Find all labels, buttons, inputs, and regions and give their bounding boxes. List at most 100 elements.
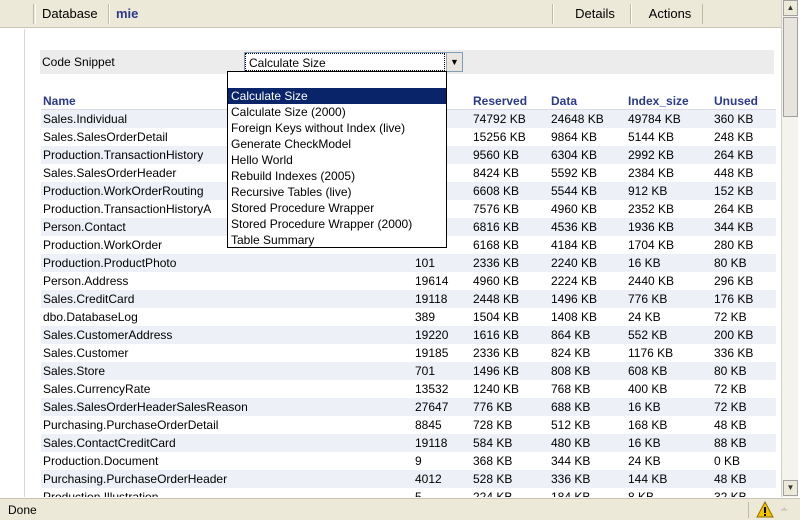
cell-rows: 389 (415, 310, 436, 324)
code-snippet-label: Code Snippet (42, 55, 115, 69)
cell-unused: 32 KB (714, 490, 747, 497)
dropdown-option[interactable]: Table Summary (228, 232, 446, 248)
cell-name: Sales.CreditCard (43, 292, 135, 306)
cell-unused: 296 KB (714, 274, 754, 288)
resize-grip-icon[interactable]: ∸ (780, 503, 796, 519)
cell-unused: 80 KB (714, 256, 747, 270)
tab-bar-spacer (0, 4, 34, 24)
table-row[interactable]: Purchasing.PurchaseOrderDetail 8845 728 KB… (41, 416, 776, 434)
cell-reserved: 6816 KB (473, 220, 520, 234)
cell-unused: 448 KB (714, 166, 754, 180)
code-snippet-select[interactable]: Calculate Size ▼ (244, 52, 463, 72)
dropdown-option[interactable]: Calculate Size (228, 88, 446, 104)
dropdown-option[interactable]: Hello World (228, 152, 446, 168)
dropdown-option[interactable]: Foreign Keys without Index (live) (228, 120, 446, 136)
dropdown-blank-row[interactable] (228, 72, 446, 88)
table-row[interactable]: Sales.CurrencyRate 13532 1240 KB 768 KB 400 … (41, 380, 776, 398)
table-row[interactable]: Sales.Store 701 1496 KB 808 KB 608 KB 80 KB (41, 362, 776, 380)
cell-index-size: 49784 KB (628, 112, 681, 126)
cell-unused: 248 KB (714, 130, 754, 144)
table-row[interactable]: Sales.CreditCard 19118 2448 KB 1496 KB 776 K… (41, 290, 776, 308)
cell-reserved: 2336 KB (473, 256, 520, 270)
tab-database[interactable]: Database (35, 4, 109, 24)
tab-details[interactable]: Details (553, 4, 631, 24)
cell-index-size: 5144 KB (628, 130, 675, 144)
current-database-name[interactable]: mie (109, 4, 553, 24)
column-header-reserved[interactable]: Reserved (473, 92, 551, 110)
table-row[interactable]: Production.ProductPhoto 101 2336 KB 2240 KB… (41, 254, 776, 272)
table-row[interactable]: Sales.Customer 19185 2336 KB 824 KB 1176 KB 3… (41, 344, 776, 362)
cell-name: Purchasing.PurchaseOrderHeader (43, 472, 228, 486)
dropdown-option[interactable]: Calculate Size (2000) (228, 104, 446, 120)
cell-rows: 4012 (415, 472, 442, 486)
table-row[interactable]: Person.Address 19614 4960 KB 2224 KB 2440 KB… (41, 272, 776, 290)
cell-reserved: 224 KB (473, 490, 513, 497)
cell-name: Sales.CustomerAddress (43, 328, 173, 342)
cell-reserved: 368 KB (473, 454, 513, 468)
table-row[interactable]: Production.Document 9 368 KB 344 KB 24 KB 0 K… (41, 452, 776, 470)
table-row[interactable]: Production.Illustration 5 224 KB 184 KB 8 KB… (41, 488, 776, 497)
cell-index-size: 1936 KB (628, 220, 675, 234)
cell-index-size: 24 KB (628, 454, 661, 468)
cell-unused: 48 KB (714, 472, 747, 486)
chevron-down-icon[interactable]: ▼ (446, 53, 462, 71)
cell-data: 4184 KB (551, 238, 598, 252)
dropdown-option[interactable]: Stored Procedure Wrapper (228, 200, 446, 216)
table-row[interactable]: Sales.SalesOrderHeaderSalesReason 27647 77… (41, 398, 776, 416)
cell-reserved: 7576 KB (473, 202, 520, 216)
cell-index-size: 2384 KB (628, 166, 675, 180)
cell-reserved: 74792 KB (473, 112, 526, 126)
cell-reserved: 1496 KB (473, 364, 520, 378)
dropdown-option[interactable]: Rebuild Indexes (2005) (228, 168, 446, 184)
scrollbar-thumb[interactable] (783, 17, 798, 117)
cell-unused: 152 KB (714, 184, 754, 198)
dropdown-option[interactable]: Generate CheckModel (228, 136, 446, 152)
cell-index-size: 16 KB (628, 436, 661, 450)
cell-reserved: 2336 KB (473, 346, 520, 360)
dropdown-option[interactable]: Recursive Tables (live) (228, 184, 446, 200)
table-row[interactable]: Purchasing.PurchaseOrderHeader 4012 528 KB… (41, 470, 776, 488)
cell-rows: 101 (415, 256, 436, 270)
cell-unused: 72 KB (714, 400, 747, 414)
vertical-scrollbar[interactable]: ▲ ▼ (781, 0, 798, 497)
cell-unused: 176 KB (714, 292, 754, 306)
scroll-up-icon[interactable]: ▲ (783, 0, 798, 16)
cell-rows: 19118 (415, 436, 448, 450)
table-row[interactable]: Sales.ContactCreditCard 19118 584 KB 480 KB… (41, 434, 776, 452)
cell-reserved: 776 KB (473, 400, 513, 414)
cell-name: dbo.DatabaseLog (43, 310, 138, 324)
cell-data: 2240 KB (551, 256, 598, 270)
cell-name: Production.Document (43, 454, 159, 468)
column-header-index-size[interactable]: Index_size (628, 92, 714, 110)
column-header-data[interactable]: Data (551, 92, 628, 110)
warning-icon[interactable] (756, 501, 774, 519)
cell-unused: 264 KB (714, 202, 754, 216)
column-header-unused[interactable]: Unused (714, 92, 776, 110)
cell-name: Sales.SalesOrderHeaderSalesReason (43, 400, 248, 414)
cell-index-size: 2992 KB (628, 148, 675, 162)
dropdown-option[interactable]: Stored Procedure Wrapper (2000) (228, 216, 446, 232)
cell-index-size: 8 KB (628, 490, 655, 497)
cell-name: Sales.CurrencyRate (43, 382, 151, 396)
tab-actions[interactable]: Actions (631, 4, 703, 24)
cell-name: Production.ProductPhoto (43, 256, 177, 270)
code-snippet-selected-value[interactable]: Calculate Size (245, 53, 445, 71)
table-row[interactable]: dbo.DatabaseLog 389 1504 KB 1408 KB 24 KB 72 … (41, 308, 776, 326)
cell-index-size: 16 KB (628, 256, 661, 270)
cell-index-size: 2352 KB (628, 202, 675, 216)
cell-data: 344 KB (551, 454, 591, 468)
cell-data: 864 KB (551, 328, 591, 342)
cell-unused: 280 KB (714, 238, 754, 252)
cell-index-size: 1176 KB (628, 346, 674, 360)
cell-data: 1496 KB (551, 292, 598, 306)
cell-data: 6304 KB (551, 148, 598, 162)
scroll-down-icon[interactable]: ▼ (783, 480, 798, 496)
cell-data: 1408 KB (551, 310, 598, 324)
cell-rows: 9 (415, 454, 422, 468)
cell-name: Sales.Store (43, 364, 106, 378)
cell-name: Production.Illustration (43, 490, 159, 497)
top-tab-bar: Database mie Details Actions (0, 0, 781, 28)
cell-reserved: 8424 KB (473, 166, 520, 180)
table-row[interactable]: Sales.CustomerAddress 19220 1616 KB 864 KB 5… (41, 326, 776, 344)
cell-reserved: 528 KB (473, 472, 513, 486)
